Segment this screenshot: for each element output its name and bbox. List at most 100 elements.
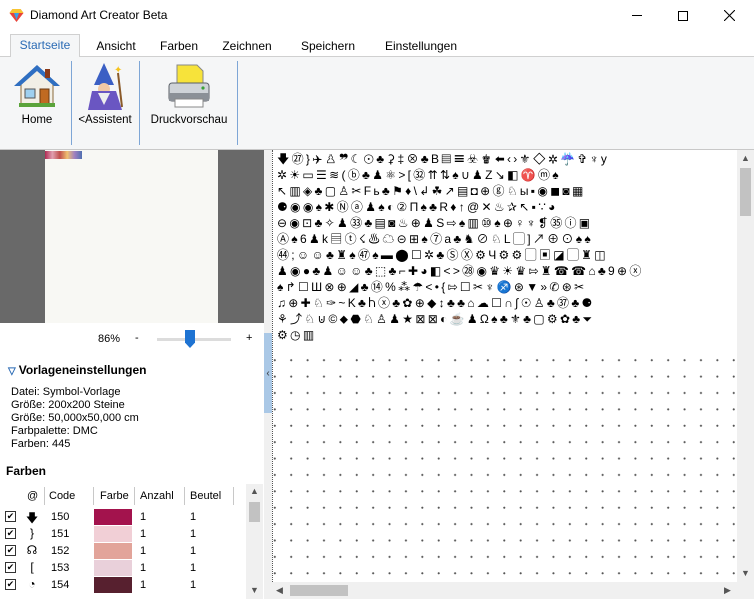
tab-einstellungen[interactable]: Einstellungen (376, 36, 466, 57)
color-swatch (94, 560, 132, 576)
scroll-left-icon[interactable]: ◀ (276, 585, 283, 596)
color-swatch (94, 509, 132, 525)
color-swatch (94, 543, 132, 559)
scrollbar-thumb[interactable] (290, 585, 348, 596)
color-swatch (94, 526, 132, 542)
tab-ansicht[interactable]: Ansicht (85, 36, 147, 57)
table-row[interactable]: ✔ ◔ 154 1 1 (0, 577, 246, 594)
symbol-row: ⚙◷▥ (277, 328, 317, 342)
home-button[interactable]: Home (6, 57, 68, 149)
pattern-preview[interactable] (0, 150, 264, 323)
row-count: 1 (140, 579, 147, 591)
preview-color-strip (45, 151, 82, 159)
symbol-row: 🡇㉗}✈♙❞☾☉♣⚳‡⊗♣B▤☰☣♚⬅‹›⚜◇✲☔✞♆y (277, 152, 610, 166)
table-row[interactable]: ✔ ☊ 152 1 1 (0, 543, 246, 560)
template-settings-title: Vorlageneinstellungen (18, 363, 147, 377)
symbol-row: ㊹;☺☺♣♜♠㊼♠▬⬤☐✲♣ⓈⓍ⚙Ч⚙⚙▢▣◪▢♜◫ (277, 248, 608, 262)
zoom-control: 86% - + (0, 323, 264, 351)
row-code: 154 (51, 579, 70, 591)
col-color[interactable]: Farbe (100, 490, 129, 502)
symbol-pattern-grid[interactable]: 🡇㉗}✈♙❞☾☉♣⚳‡⊗♣B▤☰☣♚⬅‹›⚜◇✲☔✞♆y ✲☀▭☰≋(ⓑ♣♟⚛>… (272, 150, 737, 582)
row-checkbox[interactable]: ✔ (5, 562, 16, 573)
ribbon-tabs: Startseite Ansicht Farben Zeichnen Speic… (0, 31, 754, 58)
row-checkbox[interactable]: ✔ (5, 528, 16, 539)
scrollbar-thumb[interactable] (249, 502, 260, 522)
symbol-row: ♫⊕✚♘✑~K♣Ⴙⓧ♣✿⊕◆↕♣♣⌂☁☐∩∫☉♙♣㊲♣⚈ (277, 296, 595, 310)
print-preview-button[interactable]: Druckvorschau (146, 57, 232, 149)
wizard-icon: ✦ (88, 63, 123, 110)
scroll-down-icon[interactable]: ▼ (250, 585, 259, 595)
row-bags: 1 (190, 511, 197, 523)
svg-text:✦: ✦ (114, 65, 122, 76)
col-code[interactable]: Code (49, 490, 75, 502)
assistant-button[interactable]: ✦ <Assistent (74, 57, 136, 149)
symbol-row: ⊖◉⊡♣✧♟㉝♣▤◙♨⊕♟S⇨♠▥⑩♠⊕♀♆❡㉟ⓘ▣ (277, 216, 593, 230)
empty-grid-dots (273, 346, 737, 582)
template-settings-header[interactable]: ▽ Vorlageneinstellungen (8, 363, 147, 377)
diamond-app-icon (9, 9, 24, 22)
info-size-stones: Größe: 200x200 Steine (11, 399, 125, 411)
printer-icon (168, 64, 210, 108)
minimize-button[interactable] (614, 0, 660, 31)
column-divider (44, 487, 45, 505)
window-title: Diamond Art Creator Beta (30, 8, 168, 22)
ribbon-panel: Home ✦ <Assistent Druckvorschau (0, 57, 754, 150)
row-count: 1 (140, 511, 147, 523)
row-code: 152 (51, 545, 70, 557)
table-row[interactable]: ✔ 🡇 150 1 1 (0, 509, 246, 526)
info-color-count: Farben: 445 (11, 438, 71, 450)
row-count: 1 (140, 528, 147, 540)
assistant-label: <Assistent (78, 114, 132, 126)
grid-horizontal-scrollbar[interactable]: ◀ ▶ (272, 582, 737, 599)
close-button[interactable] (706, 0, 752, 31)
colors-table-scrollbar[interactable]: ▲ ▼ (246, 484, 263, 599)
scrollbar-thumb[interactable] (740, 168, 751, 216)
scroll-down-icon[interactable]: ▼ (741, 568, 750, 578)
row-checkbox[interactable]: ✔ (5, 511, 16, 522)
zoom-slider-thumb[interactable] (185, 330, 195, 348)
scroll-up-icon[interactable]: ▲ (741, 153, 750, 163)
zoom-out-button[interactable]: - (135, 332, 139, 344)
row-symbol: [ (30, 560, 34, 574)
minimize-icon (632, 15, 642, 16)
close-icon (723, 10, 735, 21)
scroll-right-icon[interactable]: ▶ (724, 585, 731, 596)
tab-zeichnen[interactable]: Zeichnen (213, 36, 281, 57)
column-divider (93, 487, 94, 505)
maximize-icon (678, 10, 688, 21)
tab-speichern[interactable]: Speichern (290, 36, 366, 57)
column-divider (184, 487, 185, 505)
table-row[interactable]: ✔ } 151 1 1 (0, 526, 246, 543)
row-bags: 1 (190, 528, 197, 540)
row-count: 1 (140, 545, 147, 557)
tab-farben[interactable]: Farben (150, 36, 208, 57)
ribbon-separator (71, 61, 72, 145)
grid-vertical-scrollbar[interactable]: ▲ ▼ (737, 150, 754, 582)
row-bags: 1 (190, 562, 197, 574)
symbol-row: ↖▥◈♣▢♙✂Fь♣⚑♦\↲☘↗▤◘⊕ⓖ♘ы▪◉◼◙▦ (277, 184, 586, 198)
zoom-in-button[interactable]: + (246, 332, 252, 344)
preview-canvas[interactable] (45, 150, 218, 323)
left-panel: 86% - + ▽ Vorlageneinstellungen Datei: Sy… (0, 150, 264, 599)
col-count[interactable]: Anzahl (140, 490, 174, 502)
symbol-row: ⚘⤴♘⊍©⬥⬣♘♙♟★⊠⊠◐☕♟Ω♠♣⚜♣▢⚙✿♣⏷ (277, 312, 595, 326)
row-code: 150 (51, 511, 70, 523)
maximize-button[interactable] (660, 0, 706, 31)
row-bags: 1 (190, 579, 197, 591)
info-palette: Farbpalette: DMC (11, 425, 98, 437)
tab-startseite[interactable]: Startseite (10, 34, 80, 58)
colors-heading: Farben (6, 464, 47, 478)
collapse-left-icon[interactable]: ‹ (264, 368, 272, 379)
col-bags[interactable]: Beutel (190, 490, 221, 502)
scroll-up-icon[interactable]: ▲ (250, 486, 259, 496)
table-row[interactable]: ✔ [ 153 1 1 (0, 560, 246, 577)
row-count: 1 (140, 562, 147, 574)
column-divider (134, 487, 135, 505)
row-checkbox[interactable]: ✔ (5, 579, 16, 590)
ribbon-separator (139, 61, 140, 145)
symbol-row: ♠↱☐Ш⊗⊕◢♣⑭%⁂☂<•{⇰☐✂♆♐⊛▼»✆⊛✂ (277, 280, 587, 294)
col-symbol[interactable]: @ (27, 490, 38, 502)
row-checkbox[interactable]: ✔ (5, 545, 16, 556)
color-swatch (94, 577, 132, 593)
colors-table: @ Code Farbe Anzahl Beutel ✔ 🡇 150 1 1 ✔… (0, 484, 264, 599)
